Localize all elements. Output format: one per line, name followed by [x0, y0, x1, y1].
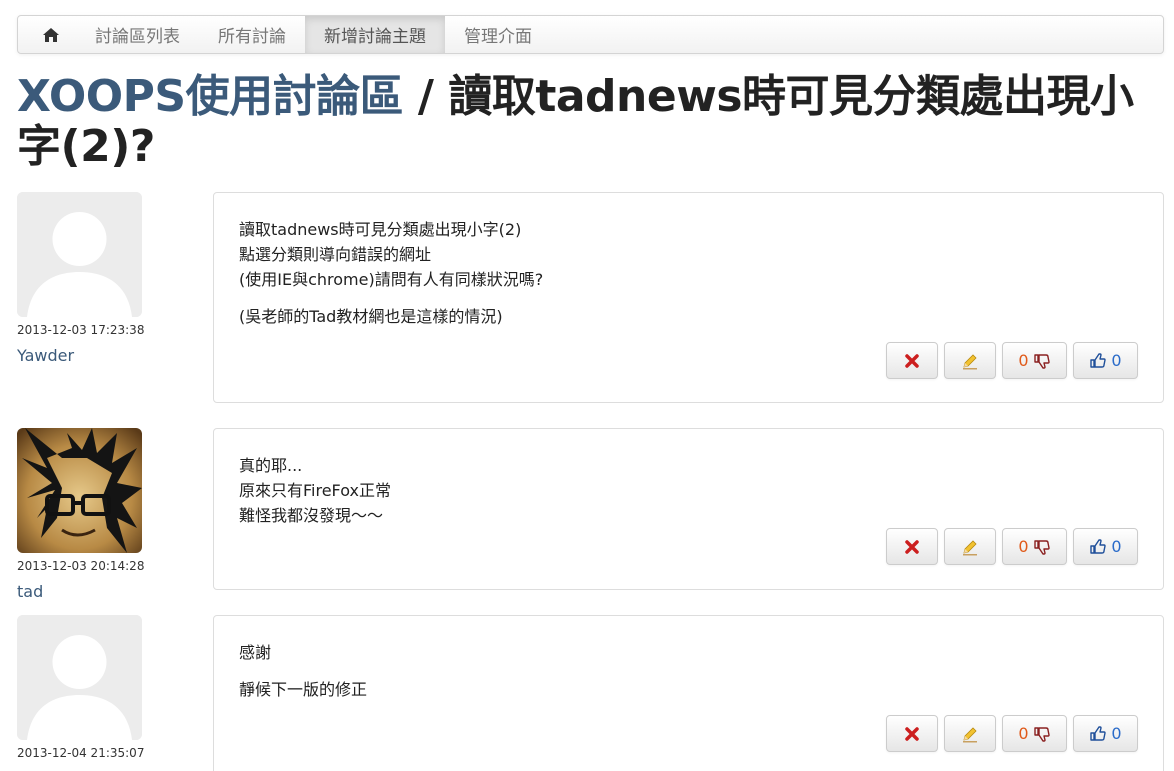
thumbs-up-icon — [1090, 352, 1107, 368]
dislike-count: 0 — [1018, 724, 1029, 743]
nav-admin[interactable]: 管理介面 — [445, 16, 551, 53]
post-body: 讀取tadnews時可見分類處出現小字(2) 點選分類則導向錯誤的網址 (使用IE與… — [239, 217, 1139, 341]
post-author[interactable]: tad — [17, 582, 43, 601]
delete-icon — [905, 726, 919, 741]
nav-all-discussions[interactable]: 所有討論 — [199, 16, 305, 53]
like-button[interactable]: 0 — [1073, 715, 1138, 752]
page-title: XOOPS使用討論區 / 讀取tadnews時可見分類處出現小字(2)? — [17, 72, 1167, 172]
avatar[interactable] — [17, 428, 142, 553]
edit-icon — [963, 353, 977, 369]
like-count: 0 — [1111, 351, 1122, 370]
dislike-button[interactable]: 0 — [1002, 715, 1067, 752]
post-content-box: 真的耶... 原來只有FireFox正常 難怪我都沒發現～～ 0 0 — [213, 428, 1164, 590]
like-count: 0 — [1111, 724, 1122, 743]
edit-icon — [963, 726, 977, 742]
post-actions: 0 0 — [886, 715, 1138, 752]
edit-button[interactable] — [944, 528, 996, 565]
post-date: 2013-12-03 17:23:38 — [17, 323, 145, 337]
post-line: (使用IE與chrome)請問有人有同樣狀況嗎? — [239, 270, 544, 289]
default-avatar-icon — [17, 615, 142, 740]
like-button[interactable]: 0 — [1073, 342, 1138, 379]
post-date: 2013-12-04 21:35:07 — [17, 746, 145, 760]
user-photo-avatar — [17, 428, 142, 553]
nav-home[interactable] — [18, 16, 76, 53]
delete-button[interactable] — [886, 715, 938, 752]
default-avatar-icon — [17, 192, 142, 317]
post-line: 靜候下一版的修正 — [239, 680, 368, 699]
post-line: 真的耶... — [239, 456, 303, 475]
edit-icon — [963, 539, 977, 555]
delete-icon — [905, 353, 919, 368]
post-line: 原來只有FireFox正常 — [239, 481, 391, 500]
post-line: 感謝 — [239, 643, 272, 662]
post-author[interactable]: Yawder — [17, 346, 74, 365]
post-paragraph: 感謝 — [239, 640, 1139, 665]
post-date: 2013-12-03 20:14:28 — [17, 559, 145, 573]
thumbs-up-icon — [1090, 725, 1107, 741]
title-separator: / — [403, 71, 449, 122]
dislike-count: 0 — [1018, 537, 1029, 556]
forum-link[interactable]: XOOPS使用討論區 — [17, 71, 404, 122]
dislike-button[interactable]: 0 — [1002, 342, 1067, 379]
like-count: 0 — [1111, 537, 1122, 556]
top-navbar: 討論區列表 所有討論 新增討論主題 管理介面 — [17, 15, 1164, 54]
delete-button[interactable] — [886, 528, 938, 565]
post-line: (吳老師的Tad教材網也是這樣的情況) — [239, 307, 503, 326]
edit-button[interactable] — [944, 715, 996, 752]
thumbs-down-icon — [1033, 726, 1050, 742]
nav-forum-list[interactable]: 討論區列表 — [76, 16, 199, 53]
home-icon — [43, 27, 59, 42]
post-paragraph: 真的耶... 原來只有FireFox正常 難怪我都沒發現～～ — [239, 453, 1139, 528]
post-actions: 0 0 — [886, 342, 1138, 379]
dislike-count: 0 — [1018, 351, 1029, 370]
post-paragraph: 靜候下一版的修正 — [239, 677, 1139, 702]
like-button[interactable]: 0 — [1073, 528, 1138, 565]
post-body: 真的耶... 原來只有FireFox正常 難怪我都沒發現～～ — [239, 453, 1139, 540]
avatar[interactable] — [17, 615, 142, 740]
avatar[interactable] — [17, 192, 142, 317]
thumbs-down-icon — [1033, 353, 1050, 369]
post-paragraph: 讀取tadnews時可見分類處出現小字(2) 點選分類則導向錯誤的網址 (使用IE與… — [239, 217, 1139, 292]
delete-icon — [905, 539, 919, 554]
nav-new-topic[interactable]: 新增討論主題 — [305, 16, 445, 53]
post-content-box: 讀取tadnews時可見分類處出現小字(2) 點選分類則導向錯誤的網址 (使用IE與… — [213, 192, 1164, 403]
thumbs-up-icon — [1090, 538, 1107, 554]
post-actions: 0 0 — [886, 528, 1138, 565]
thumbs-down-icon — [1033, 539, 1050, 555]
post-line: 點選分類則導向錯誤的網址 — [239, 245, 432, 264]
delete-button[interactable] — [886, 342, 938, 379]
post-line: 難怪我都沒發現～～ — [239, 506, 384, 525]
post-line: 讀取tadnews時可見分類處出現小字(2) — [239, 220, 522, 239]
post-content-box: 感謝靜候下一版的修正 0 0 — [213, 615, 1164, 771]
post-paragraph: (吳老師的Tad教材網也是這樣的情況) — [239, 304, 1139, 329]
dislike-button[interactable]: 0 — [1002, 528, 1067, 565]
post-body: 感謝靜候下一版的修正 — [239, 640, 1139, 714]
edit-button[interactable] — [944, 342, 996, 379]
